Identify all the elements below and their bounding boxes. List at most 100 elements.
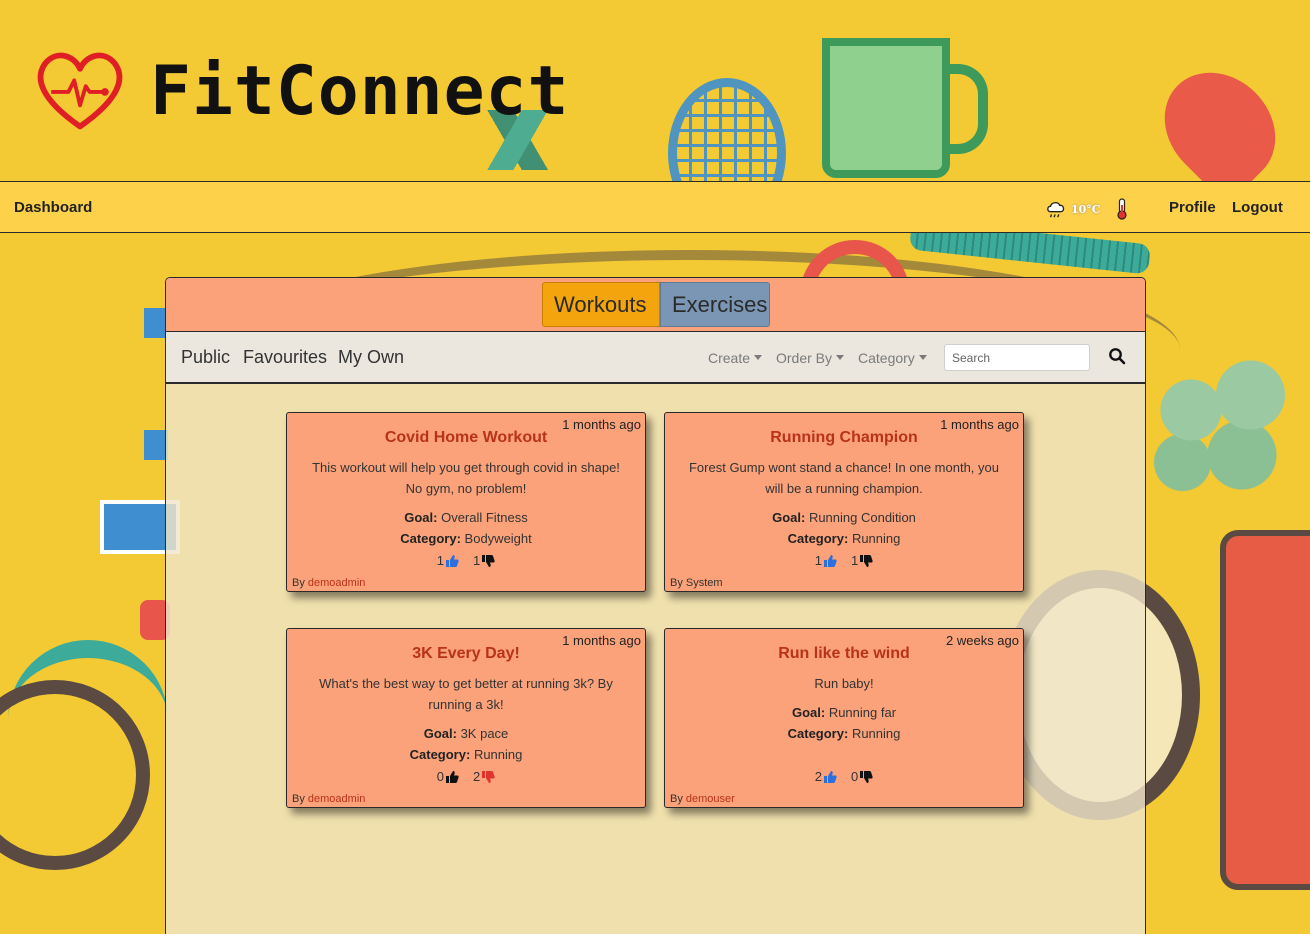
card-title[interactable]: Covid Home Workout [287, 429, 645, 447]
card-goal-value: 3K pace [460, 726, 509, 741]
author-name: System [685, 577, 723, 589]
card-description: What's the best way to get better at run… [319, 676, 613, 712]
card-category-label: Category: [787, 531, 849, 546]
dislike-vote[interactable]: 2 [473, 769, 495, 784]
card-votes: 1 1 [665, 553, 1023, 568]
card-by-label: By [292, 793, 305, 805]
author-link[interactable]: demoadmin [308, 577, 365, 589]
like-count: 1 [436, 553, 444, 568]
card-by-label: By [292, 577, 305, 589]
card-author: By demoadmin [292, 577, 365, 589]
card-author: By System [670, 577, 723, 589]
card-category-label: Category: [400, 531, 461, 546]
card-title[interactable]: 3K Every Day! [287, 645, 645, 663]
thumbs-up-icon[interactable] [823, 770, 837, 784]
thumbs-down-icon[interactable] [859, 554, 873, 568]
workout-card[interactable]: 1 months ago Running Champion Forest Gum… [664, 412, 1024, 592]
card-goal: Goal: Running Condition [665, 510, 1023, 525]
thermometer-icon [1116, 198, 1127, 220]
card-author: By demouser [670, 793, 735, 805]
filter-favourites-link[interactable]: Favourites [243, 347, 327, 368]
card-category: Category: Running [665, 726, 1023, 741]
card-category-value: Running [851, 531, 901, 546]
card-goal: Goal: 3K pace [287, 726, 645, 741]
like-vote[interactable]: 1 [815, 553, 837, 568]
filter-my-own-link[interactable]: My Own [338, 347, 404, 368]
card-goal-label: Goal: [404, 510, 438, 525]
card-goal-label: Goal: [423, 726, 457, 741]
card-goal-value: Overall Fitness [441, 510, 528, 525]
card-votes: 0 2 [287, 769, 645, 784]
thumbs-down-icon[interactable] [481, 770, 495, 784]
weather-temperature: 10°C [1071, 202, 1101, 216]
nav-profile-link[interactable]: Profile [1169, 199, 1216, 216]
search-icon[interactable] [1108, 347, 1126, 365]
card-category-value: Running [851, 726, 901, 741]
tab-exercises[interactable]: Exercises [660, 282, 770, 327]
rain-cloud-icon [1047, 202, 1065, 218]
create-dropdown[interactable]: Create [708, 350, 762, 366]
card-votes: 2 0 [665, 769, 1023, 784]
dislike-vote[interactable]: 1 [851, 553, 873, 568]
thumbs-up-icon[interactable] [445, 770, 459, 784]
card-category-value: Running [473, 747, 523, 762]
like-vote[interactable]: 1 [437, 553, 459, 568]
card-goal-label: Goal: [772, 510, 806, 525]
nav-logout-link[interactable]: Logout [1232, 199, 1283, 216]
author-link[interactable]: demoadmin [308, 793, 365, 805]
like-count: 2 [814, 769, 822, 784]
dislike-count: 1 [473, 553, 481, 568]
order-by-dropdown[interactable]: Order By [776, 350, 844, 366]
card-votes: 1 1 [287, 553, 645, 568]
weather-widget: 10°C [1045, 198, 1129, 220]
app-logo-text[interactable]: FitConnect [150, 52, 569, 131]
card-description: This workout will help you get through c… [312, 460, 620, 496]
card-category: Category: Running [287, 747, 645, 762]
thumbs-down-icon[interactable] [859, 770, 873, 784]
card-title[interactable]: Run like the wind [665, 645, 1023, 663]
card-description: Run baby! [814, 676, 874, 691]
card-author: By demoadmin [292, 793, 365, 805]
card-title[interactable]: Running Champion [665, 429, 1023, 447]
card-goal-value: Running far [828, 705, 897, 720]
card-by-label: By [670, 577, 683, 589]
dislike-count: 0 [851, 769, 859, 784]
thumbs-down-icon[interactable] [481, 554, 495, 568]
workout-card[interactable]: 1 months ago 3K Every Day! What's the be… [286, 628, 646, 808]
card-category-label: Category: [409, 747, 471, 762]
broccoli-illustration [1140, 350, 1310, 500]
workout-card[interactable]: 2 weeks ago Run like the wind Run baby! … [664, 628, 1024, 808]
like-vote[interactable]: 2 [815, 769, 837, 784]
tab-workouts[interactable]: Workouts [542, 282, 660, 327]
dislike-count: 2 [473, 769, 481, 784]
like-count: 0 [436, 769, 444, 784]
tabs-bar: Workouts Exercises [166, 278, 1145, 332]
dislike-vote[interactable]: 1 [473, 553, 495, 568]
author-link[interactable]: demouser [686, 793, 735, 805]
top-navbar: Dashboard 10°C Profile Logout [0, 181, 1310, 233]
card-category: Category: Running [665, 531, 1023, 546]
card-description: Forest Gump wont stand a chance! In one … [688, 460, 999, 496]
card-category-value: Bodyweight [464, 531, 532, 546]
like-vote[interactable]: 0 [437, 769, 459, 784]
nav-dashboard-link[interactable]: Dashboard [14, 199, 92, 216]
category-dropdown[interactable]: Category [858, 350, 927, 366]
juice-box-illustration [1220, 530, 1310, 890]
dislike-count: 1 [851, 553, 859, 568]
filter-public-link[interactable]: Public [181, 347, 230, 368]
header-banner: FitConnect [0, 0, 1310, 182]
filter-bar: Public Favourites My Own Create Order By… [166, 332, 1145, 384]
card-goal: Goal: Overall Fitness [287, 510, 645, 525]
main-panel: Workouts Exercises Public Favourites My … [165, 277, 1146, 934]
card-goal-label: Goal: [791, 705, 826, 720]
heart-pulse-logo-icon[interactable] [32, 42, 128, 138]
dislike-vote[interactable]: 0 [851, 769, 873, 784]
card-by-label: By [670, 793, 683, 805]
search-input[interactable] [944, 344, 1090, 371]
card-goal: Goal: Running far [665, 705, 1023, 720]
thumbs-up-icon[interactable] [823, 554, 837, 568]
workout-card[interactable]: 1 months ago Covid Home Workout This wor… [286, 412, 646, 592]
card-goal-value: Running Condition [808, 510, 916, 525]
thumbs-up-icon[interactable] [445, 554, 459, 568]
card-category: Category: Bodyweight [287, 531, 645, 546]
